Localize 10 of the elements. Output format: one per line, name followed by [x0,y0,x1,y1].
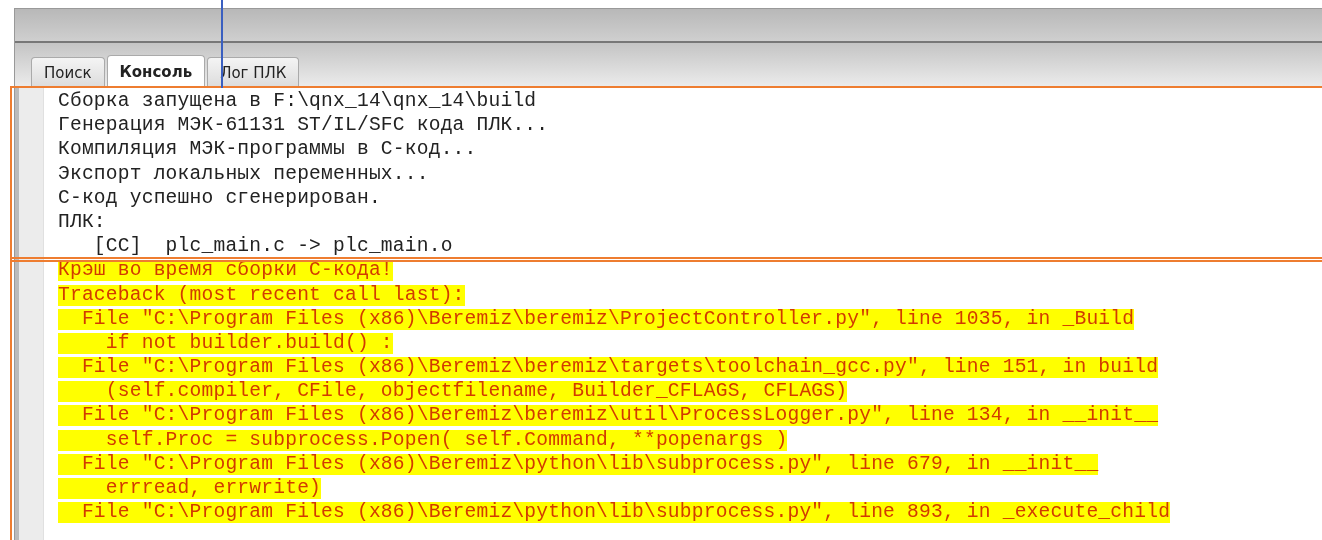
console-line: [CC] plc_main.c -> plc_main.o [92,236,453,258]
console-line: Экспорт локальных переменных... [58,163,429,185]
tab[interactable]: Консоль [106,55,206,87]
tab[interactable]: Лог ПЛК [207,57,300,87]
console-line: ПЛК: [58,211,106,233]
console-line: Генерация МЭК-61131 ST/IL/SFC кода ПЛК... [58,115,549,137]
console-line: Сборка запущена в F:\qnx_14\qnx_14\build [58,91,537,112]
tab[interactable]: Поиск [31,57,105,87]
console-line: С-код успешно сгенерирован. [58,187,381,209]
console-line: Компиляция МЭК-программы в С-код... [58,139,477,161]
